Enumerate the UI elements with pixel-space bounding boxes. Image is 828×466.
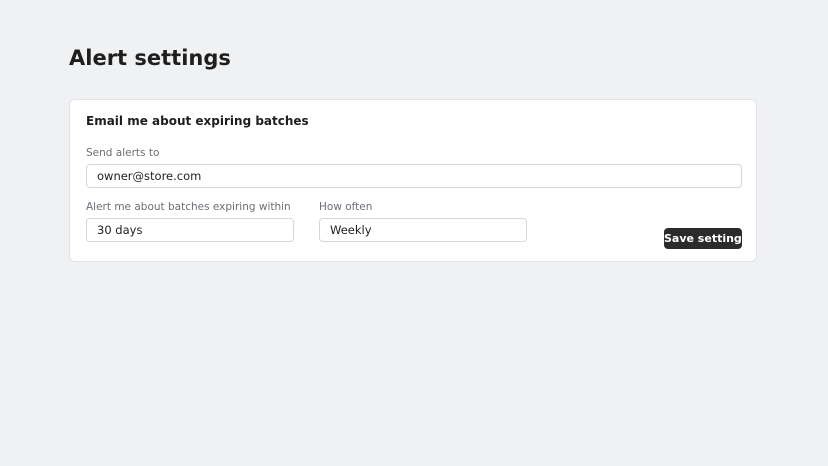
card-title: Email me about expiring batches [86,114,309,128]
expiring-within-field[interactable]: 30 days [86,218,294,242]
expiring-batches-alert-card: Email me about expiring batches Send ale… [69,99,757,262]
how-often-field[interactable]: Weekly [319,218,527,242]
save-settings-button[interactable]: Save settings [664,228,748,249]
how-often-label: How often [319,201,373,213]
send-alerts-to-field[interactable]: owner@store.com [86,164,742,188]
page-title: Alert settings [69,46,231,70]
send-alerts-to-label: Send alerts to [86,147,160,159]
expiring-within-label: Alert me about batches expiring within [86,201,291,213]
